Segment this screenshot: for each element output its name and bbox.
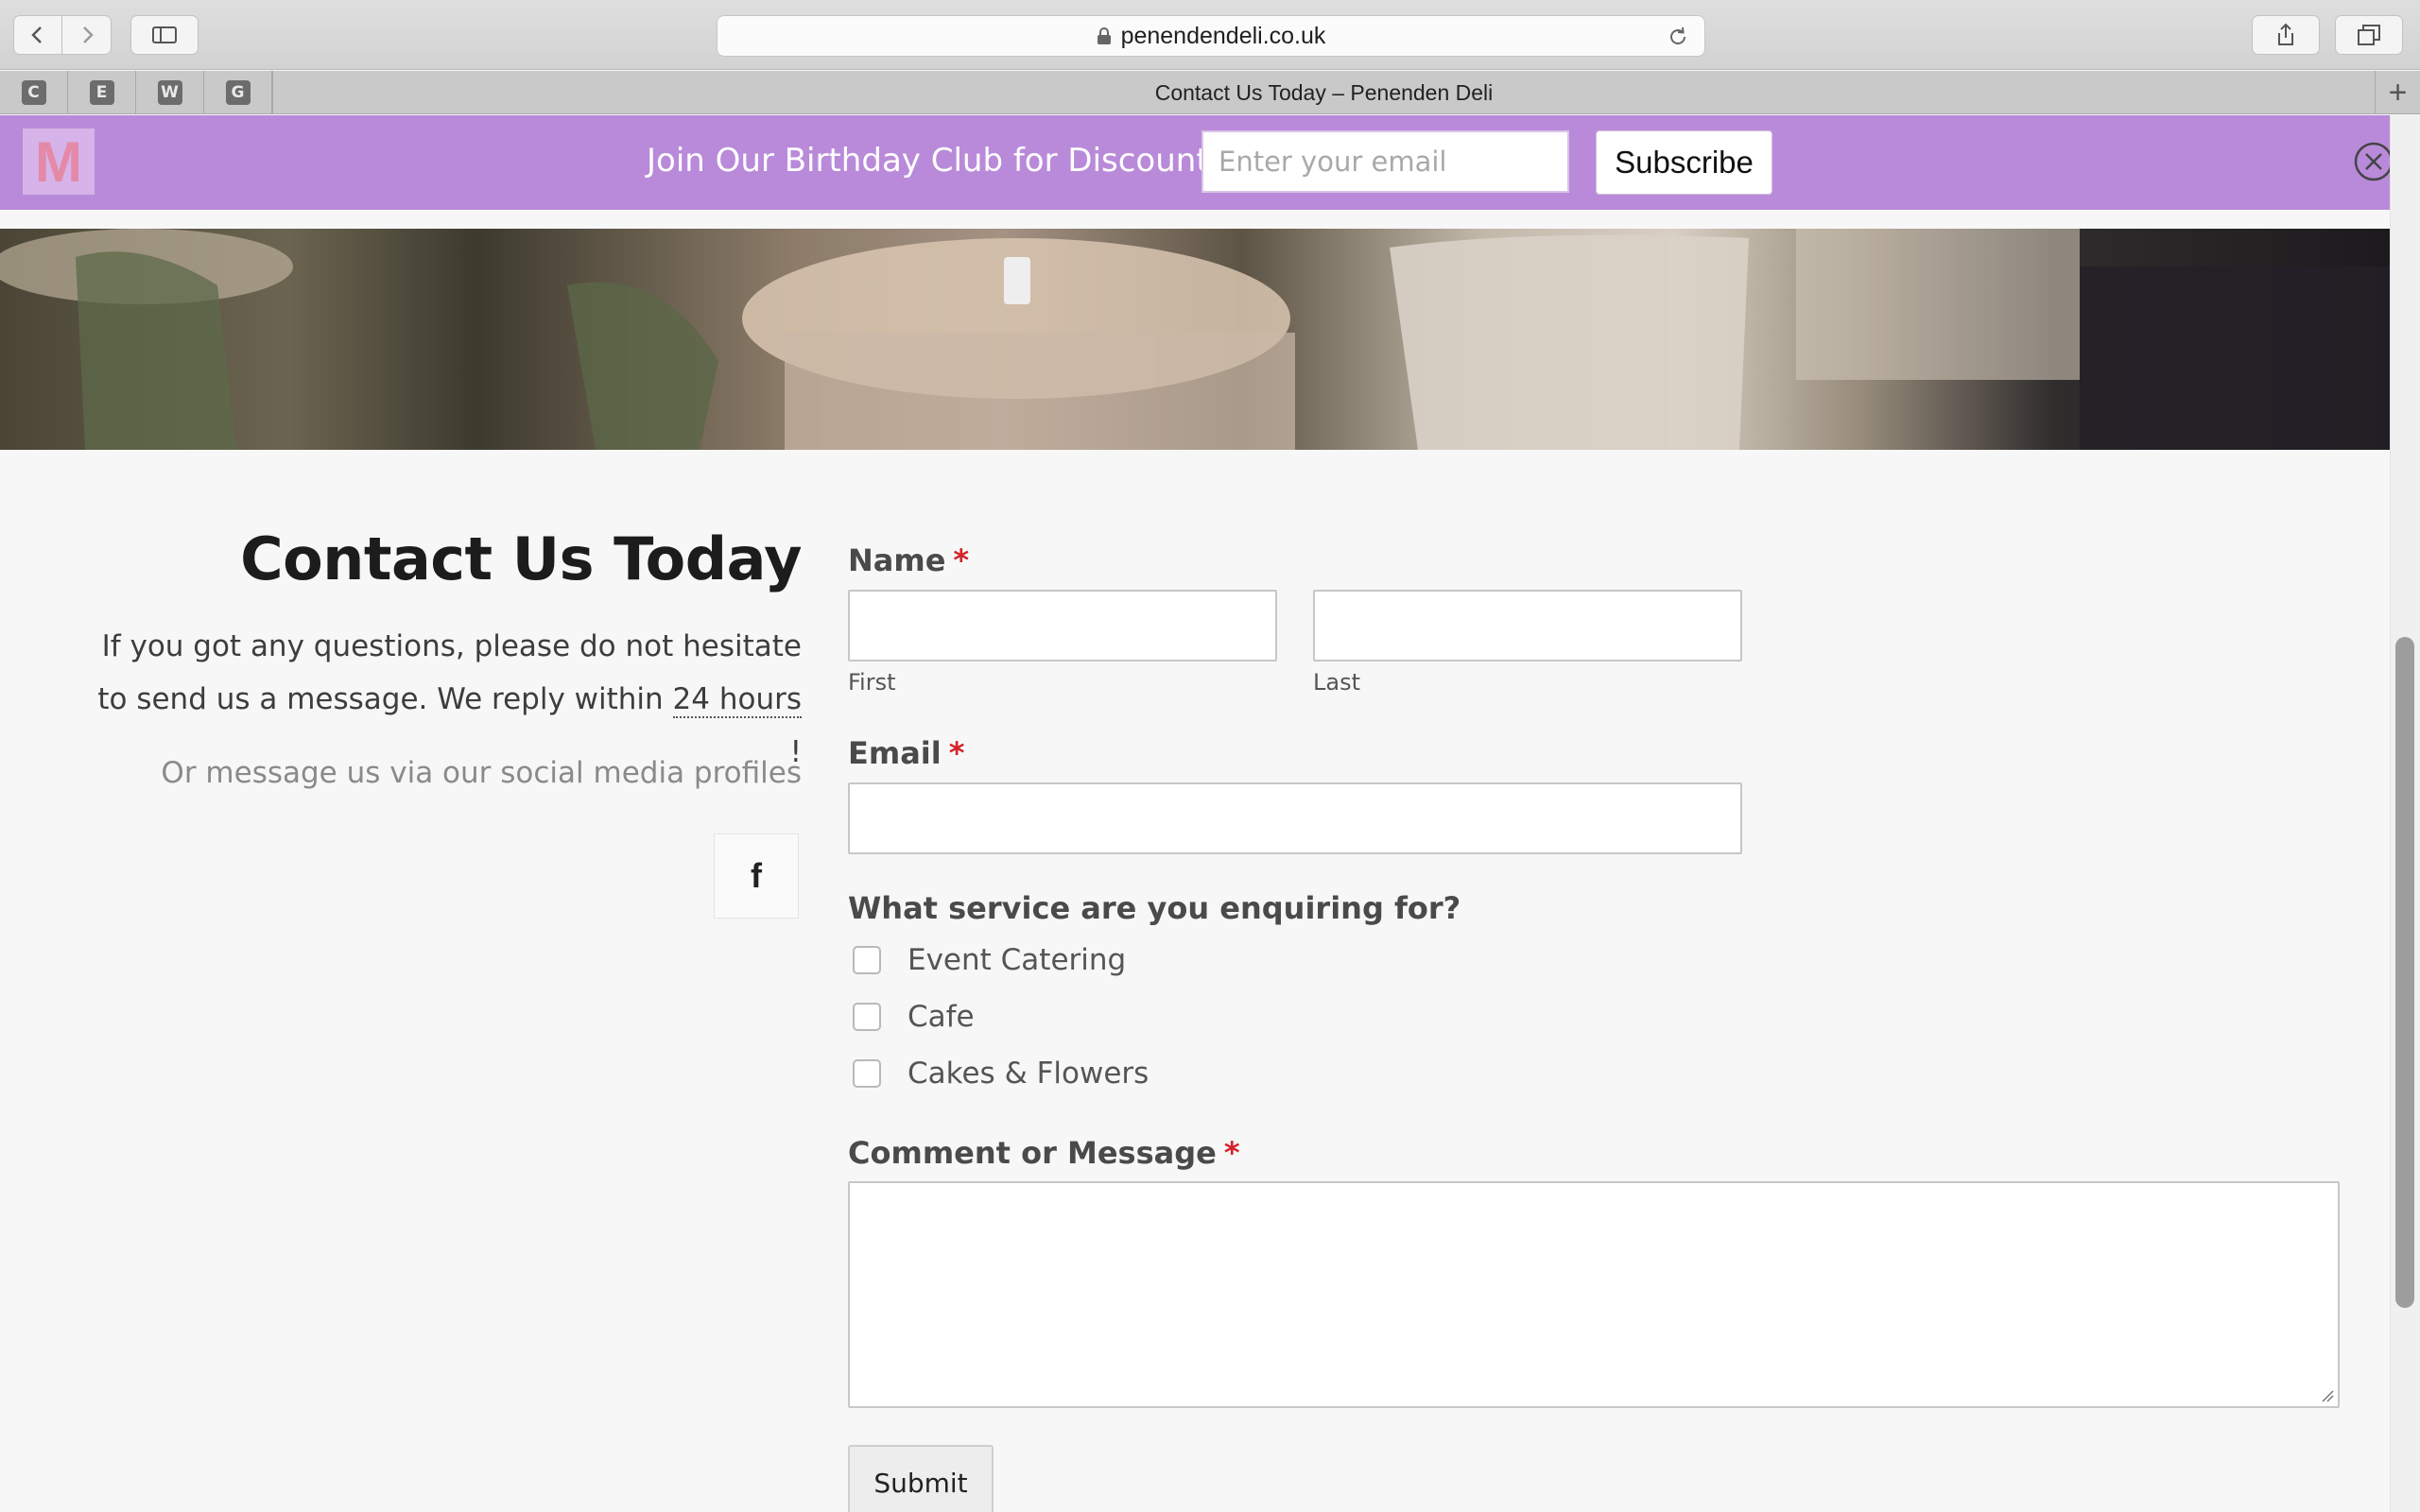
social-text: Or message us via our social media profi… [161, 756, 802, 790]
message-label: Comment or Message * [848, 1135, 1240, 1171]
first-sublabel: First [848, 669, 896, 696]
banner-text: Join Our Birthday Club for Discounts! [647, 142, 1238, 180]
required-mark: * [1223, 1135, 1240, 1171]
reply-time: 24 hours [672, 682, 802, 718]
email-field[interactable] [848, 782, 1742, 854]
favorite-item[interactable]: G [204, 71, 272, 114]
birthday-club-banner: M Join Our Birthday Club for Discounts! … [0, 115, 2390, 210]
browser-toolbar: penendendeli.co.uk [0, 0, 2420, 70]
hero-image [0, 229, 2390, 450]
required-mark: * [953, 542, 970, 578]
option-label: Cafe [908, 1000, 975, 1034]
checkbox[interactable] [853, 1059, 881, 1088]
banner-email-input[interactable] [1201, 130, 1569, 193]
lock-icon [1097, 27, 1111, 44]
email-label: Email * [848, 735, 965, 771]
back-button[interactable] [13, 15, 62, 55]
subscribe-button[interactable]: Subscribe [1596, 130, 1772, 195]
service-label: What service are you enquiring for? [848, 890, 1461, 926]
forward-button[interactable] [62, 15, 112, 55]
required-mark: * [948, 735, 965, 771]
chevron-left-icon [31, 26, 42, 43]
favorite-item[interactable]: E [68, 71, 136, 114]
intro-text: If you got any questions, please do not … [97, 629, 802, 769]
favorite-item[interactable]: C [0, 71, 68, 114]
new-tab-button[interactable]: + [2375, 71, 2420, 114]
share-icon [2278, 23, 2293, 45]
last-name-input[interactable] [1313, 590, 1742, 662]
active-tab[interactable]: Contact Us Today – Penenden Deli [272, 71, 2375, 114]
option-label: Event Catering [908, 943, 1127, 977]
cafe-interior-image [0, 229, 2390, 450]
resize-handle-icon[interactable] [2321, 1389, 2334, 1402]
tabs-icon [2358, 25, 2380, 45]
last-sublabel: Last [1313, 669, 1360, 696]
favorites-bar: C E W G [0, 71, 272, 114]
facebook-icon: f [751, 856, 762, 895]
sidebar-icon [152, 26, 177, 43]
checkbox[interactable] [853, 946, 881, 974]
logo: M [23, 129, 95, 195]
scrollbar-thumb[interactable] [2395, 637, 2414, 1308]
first-name-input[interactable] [848, 590, 1277, 662]
name-label: Name * [848, 542, 970, 578]
address-bar[interactable]: penendendeli.co.uk [717, 15, 1705, 57]
facebook-button[interactable]: f [714, 833, 799, 919]
message-textarea[interactable] [848, 1181, 2340, 1408]
sidebar-toggle-button[interactable] [130, 15, 199, 55]
service-option[interactable]: Event Catering [853, 941, 1126, 979]
share-button[interactable] [2252, 15, 2320, 55]
reload-icon[interactable] [1667, 26, 1689, 48]
submit-button[interactable]: Submit [848, 1445, 994, 1512]
url-text: penendendeli.co.uk [1120, 22, 1326, 49]
option-label: Cakes & Flowers [908, 1057, 1150, 1091]
chevron-right-icon [82, 26, 94, 43]
page-title: Contact Us Today [240, 524, 802, 593]
favorite-item[interactable]: W [136, 71, 204, 114]
tab-bar: C E W G Contact Us Today – Penenden Deli… [0, 71, 2420, 114]
close-icon[interactable] [2354, 142, 2394, 181]
tab-overview-button[interactable] [2335, 15, 2403, 55]
service-option[interactable]: Cafe [853, 998, 975, 1036]
checkbox[interactable] [853, 1003, 881, 1031]
service-option[interactable]: Cakes & Flowers [853, 1055, 1149, 1092]
